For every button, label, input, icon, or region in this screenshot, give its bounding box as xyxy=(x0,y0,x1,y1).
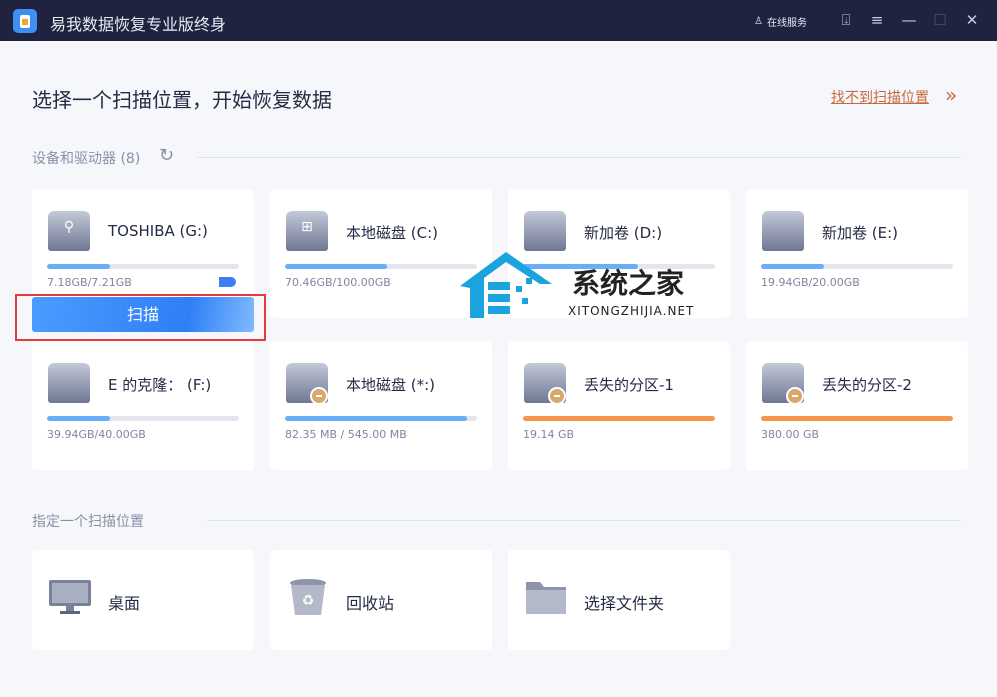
watermark-text: 系统之家 xyxy=(572,267,685,300)
devices-count: (8) xyxy=(120,151,141,167)
usage-bar xyxy=(47,416,239,421)
usage-bar xyxy=(285,264,477,269)
house-logo-icon xyxy=(460,252,552,318)
usage-bar xyxy=(47,264,239,269)
usage-bar-fill xyxy=(761,264,825,269)
windows-drive-icon: ⊞ xyxy=(286,211,328,251)
drive-name: 丢失的分区-2 xyxy=(822,376,912,394)
usage-bar xyxy=(285,416,477,421)
drive-size: 70.46GB/100.00GB xyxy=(285,276,391,289)
close-icon[interactable]: ✕ xyxy=(962,10,982,30)
drive-size: 39.94GB/40.00GB xyxy=(47,428,146,441)
drive-icon xyxy=(48,363,90,403)
drive-card[interactable]: E 的克隆： (F:) 39.94GB/40.00GB xyxy=(32,341,254,470)
drive-name: 本地磁盘 (C:) xyxy=(346,224,438,242)
drive-card[interactable]: 本地磁盘 (*:) 82.35 MB / 545.00 MB xyxy=(270,341,492,470)
drive-name: 丢失的分区-1 xyxy=(584,376,674,394)
minus-badge-icon xyxy=(786,387,804,405)
usage-bar xyxy=(761,416,953,421)
folder-icon xyxy=(526,582,566,614)
online-service-label: 在线服务 xyxy=(766,18,807,29)
cant-find-location-link[interactable]: 找不到扫描位置 xyxy=(831,87,929,107)
page-heading: 选择一个扫描位置，开始恢复数据 xyxy=(32,88,332,112)
location-section-title: 指定一个扫描位置 xyxy=(32,514,144,530)
usage-bar-fill xyxy=(523,416,715,421)
app-logo-icon xyxy=(13,9,37,33)
usage-bar-fill xyxy=(285,416,468,421)
qq-icon: ♙ xyxy=(754,16,763,27)
drive-name: 新加卷 (E:) xyxy=(822,224,899,242)
drive-size: 82.35 MB / 545.00 MB xyxy=(285,428,407,441)
recycle-bin-icon: ♻ xyxy=(290,579,326,615)
maximize-icon[interactable]: ☐ xyxy=(930,10,950,30)
drive-name: TOSHIBA (G:) xyxy=(108,222,208,240)
drive-card[interactable]: 新加卷 (E:) 19.94GB/20.00GB xyxy=(746,189,968,318)
drive-size: 19.94GB/20.00GB xyxy=(761,276,860,289)
usb-drive-icon: ⚲ xyxy=(48,211,90,251)
app-title: 易我数据恢复专业版终身 xyxy=(50,15,227,34)
usage-bar-fill xyxy=(285,264,387,269)
usage-bar-fill xyxy=(47,264,111,269)
drive-icon xyxy=(524,211,566,251)
watermark-logo: 系统之家 XITONGZHIJIA.NET xyxy=(456,248,716,324)
drive-icon xyxy=(762,211,804,251)
usage-bar xyxy=(523,416,715,421)
monitor-icon xyxy=(49,580,91,614)
devices-section-title: 设备和驱动器 (8) xyxy=(32,148,140,168)
drive-card[interactable]: 丢失的分区-1 19.14 GB xyxy=(508,341,730,470)
minimize-icon[interactable]: — xyxy=(899,10,919,30)
drive-card[interactable]: 丢失的分区-2 380.00 GB xyxy=(746,341,968,470)
drive-size: 380.00 GB xyxy=(761,428,820,441)
drive-size: 19.14 GB xyxy=(523,428,575,441)
watermark-subtext: XITONGZHIJIA.NET xyxy=(568,304,695,318)
menu-icon[interactable]: ≡ xyxy=(867,10,887,30)
devices-label: 设备和驱动器 xyxy=(32,151,116,167)
drive-size: 7.18GB/7.21GB xyxy=(47,276,132,289)
svg-text:♻: ♻ xyxy=(302,593,315,609)
drive-name: E 的克隆： (F:) xyxy=(108,376,212,394)
minus-badge-icon xyxy=(548,387,566,405)
usage-bar-fill xyxy=(761,416,953,421)
usb-icon xyxy=(219,277,236,287)
usage-bar-fill xyxy=(47,416,111,421)
highlight-box xyxy=(15,294,266,341)
divider xyxy=(207,520,961,521)
divider xyxy=(198,157,961,158)
refresh-icon[interactable]: ↻ xyxy=(159,145,174,166)
location-label: 桌面 xyxy=(108,594,141,613)
usage-bar xyxy=(761,264,953,269)
location-label: 回收站 xyxy=(346,594,395,613)
drive-name: 新加卷 (D:) xyxy=(584,224,663,242)
title-bar: 易我数据恢复专业版终身 ♙ 在线服务 ⍗ ≡ — ☐ ✕ xyxy=(0,0,997,41)
location-label: 选择文件夹 xyxy=(584,594,665,613)
double-chevron-right-icon[interactable]: » xyxy=(945,83,957,107)
drive-name: 本地磁盘 (*:) xyxy=(346,376,436,394)
online-service-button[interactable]: ♙ 在线服务 xyxy=(754,14,807,29)
upgrade-icon[interactable]: ⍗ xyxy=(836,10,856,30)
minus-badge-icon xyxy=(310,387,328,405)
location-desktop[interactable]: 桌面 xyxy=(32,550,254,650)
location-select-folder[interactable]: 选择文件夹 xyxy=(508,550,730,650)
location-recycle-bin[interactable]: ♻ 回收站 xyxy=(270,550,492,650)
